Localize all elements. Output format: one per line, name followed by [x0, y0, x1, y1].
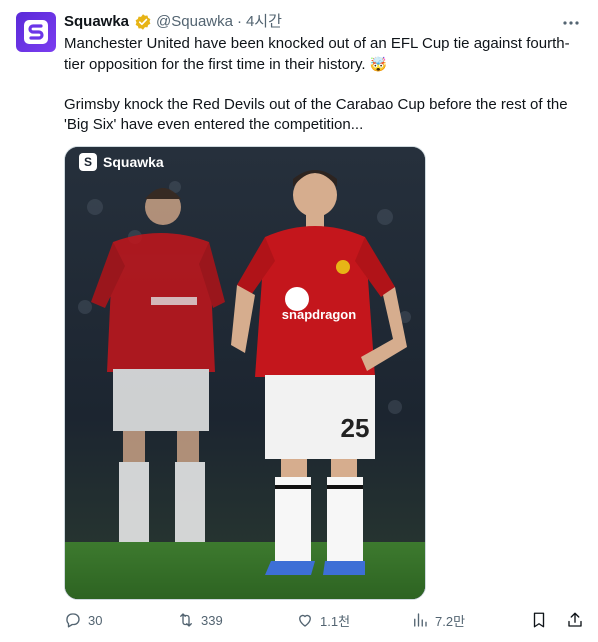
reply-icon	[66, 613, 80, 628]
like-count: 1.1천	[320, 613, 351, 629]
more-icon[interactable]	[560, 12, 582, 34]
squawka-watermark-icon: S	[79, 153, 97, 171]
retweet-icon	[180, 613, 192, 627]
shirt-number: 25	[341, 413, 370, 443]
shirt-sponsor: snapdragon	[282, 307, 356, 322]
views-count: 7.2만	[435, 613, 466, 629]
tweet-line-1: Manchester United have been knocked out …	[64, 35, 570, 73]
views-button[interactable]: 7.2만	[411, 611, 530, 630]
tweet-header: Squawka @Squawka · 4시간	[64, 12, 282, 32]
bookmark-icon	[533, 612, 545, 628]
reply-count: 30	[88, 612, 103, 628]
tweet-photo[interactable]: snapdragon 25 S Squawka	[64, 146, 426, 600]
author-name[interactable]: Squawka	[64, 12, 129, 32]
author-handle[interactable]: @Squawka	[156, 12, 233, 32]
tweet-card[interactable]: Squawka @Squawka · 4시간 Manchester United…	[0, 0, 598, 642]
share-button[interactable]	[566, 611, 584, 629]
like-button[interactable]: 1.1천	[296, 611, 411, 630]
retweet-button[interactable]: 339	[177, 611, 296, 629]
tweet-paragraph: Grimsby knock the Red Devils out of the …	[64, 96, 568, 133]
bookmark-button[interactable]	[530, 611, 548, 629]
watermark-text: Squawka	[103, 154, 164, 170]
views-icon	[414, 613, 427, 627]
separator-dot: ·	[236, 13, 242, 30]
retweet-count: 339	[201, 612, 223, 628]
share-icon	[568, 612, 582, 627]
football-players-photo: snapdragon 25	[65, 147, 425, 599]
like-icon	[299, 614, 311, 627]
secondary-actions	[530, 611, 584, 629]
emoji-mind-blown: 🤯	[369, 56, 388, 72]
action-bar: 30 339 1.1천 7.2만	[64, 610, 584, 630]
verified-badge-icon	[135, 14, 151, 30]
tweet-timestamp[interactable]: 4시간	[246, 12, 282, 32]
squawka-logo-icon	[24, 20, 48, 44]
tweet-paragraph: Manchester United have been knocked out …	[64, 34, 584, 75]
reply-button[interactable]: 30	[64, 611, 177, 629]
avatar[interactable]	[16, 12, 56, 52]
photo-watermark: S Squawka	[79, 153, 164, 171]
tweet-text: Manchester United have been knocked out …	[64, 34, 584, 135]
